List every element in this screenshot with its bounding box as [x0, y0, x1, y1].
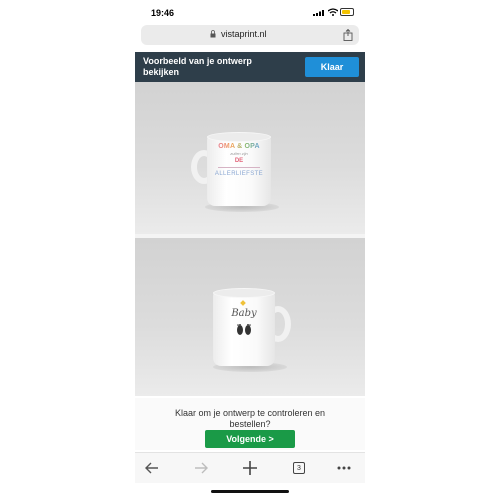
forward-button[interactable]	[192, 459, 210, 477]
design-baby-script: Baby	[231, 308, 257, 319]
design-divider	[218, 167, 260, 168]
mug-photo-1: OMA & OPA zullen zijn DE ALLERLIEFSTE	[135, 82, 365, 234]
mug-photo-2: Baby	[135, 238, 365, 396]
design-line-de: DE	[234, 158, 244, 164]
baby-feet-icon	[237, 324, 251, 335]
mug-design-text: OMA & OPA zullen zijn DE ALLERLIEFSTE	[214, 142, 264, 178]
status-bar: 19:46	[135, 0, 365, 24]
plus-icon	[243, 461, 257, 475]
phone-screen: 19:46 vistaprint.nl Voorbeeld van je ont…	[135, 0, 365, 500]
checkout-question: Klaar om je ontwerp te controleren en be…	[174, 408, 326, 429]
back-arrow-icon	[145, 462, 158, 474]
share-icon[interactable]	[343, 29, 353, 41]
status-time: 19:46	[151, 8, 175, 18]
done-button[interactable]: Klaar	[305, 57, 359, 77]
mug-design-baby: Baby	[219, 300, 269, 336]
more-dots-icon	[337, 466, 351, 470]
battery-icon	[340, 8, 354, 16]
back-button[interactable]	[143, 459, 161, 477]
wifi-icon	[328, 8, 338, 16]
design-line-allerliefste: ALLERLIEFSTE	[214, 171, 264, 177]
tabs-button[interactable]: 3	[290, 459, 308, 477]
home-indicator	[211, 490, 289, 493]
more-button[interactable]	[335, 459, 353, 477]
design-line-oma-opa: OMA & OPA	[218, 143, 260, 150]
mug-baby: Baby	[213, 288, 313, 372]
cellular-signal-icon	[313, 10, 324, 16]
lock-icon	[210, 30, 216, 38]
address-bar[interactable]: vistaprint.nl	[141, 25, 359, 45]
tab-count: 3	[293, 462, 305, 474]
checkout-panel: Klaar om je ontwerp te controleren en be…	[135, 398, 365, 450]
browser-toolbar: 3	[135, 452, 365, 483]
new-tab-button[interactable]	[241, 459, 259, 477]
next-button[interactable]: Volgende >	[205, 430, 295, 448]
battery-level	[342, 10, 350, 14]
mug-oma-opa: OMA & OPA zullen zijn DE ALLERLIEFSTE	[191, 132, 293, 212]
preview-title: Voorbeeld van je ontwerp bekijken	[143, 56, 252, 77]
forward-arrow-icon	[195, 462, 208, 474]
url-text: vistaprint.nl	[221, 29, 267, 39]
preview-header: Voorbeeld van je ontwerp bekijken Klaar	[135, 52, 365, 82]
